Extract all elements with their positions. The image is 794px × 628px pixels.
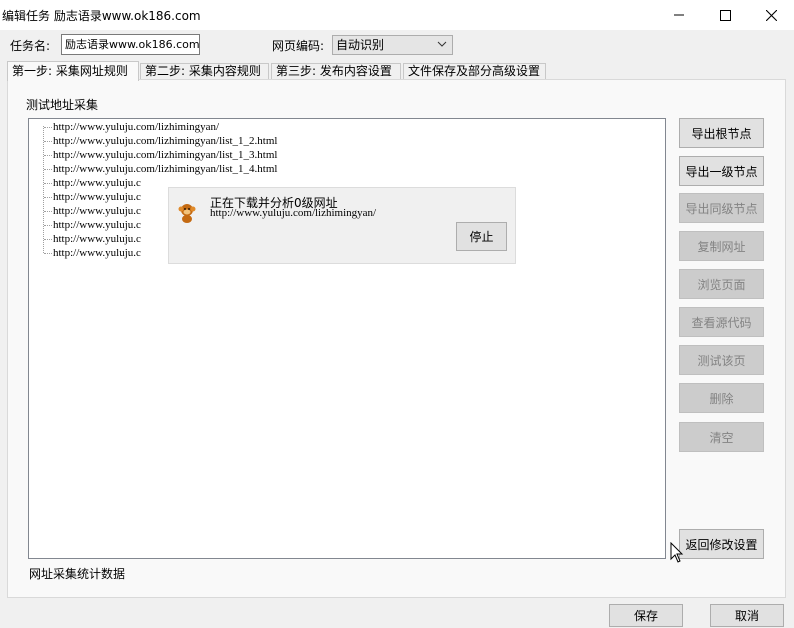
copy-url-button[interactable]: 复制网址 [679,231,764,261]
stats-label: 网址采集统计数据 [29,567,126,581]
clear-button[interactable]: 清空 [679,422,764,452]
tree-item[interactable]: http://www.yuluju.c [53,246,141,260]
stop-button[interactable]: 停止 [456,222,507,251]
encoding-value: 自动识别 [336,38,385,52]
tree-item[interactable]: http://www.yuluju.com/lizhimingyan/list_… [53,162,277,176]
tree-item[interactable]: http://www.yuluju.c [53,232,141,246]
return-settings-button[interactable]: 返回修改设置 [679,529,764,559]
tab-step2[interactable]: 第二步: 采集内容规则 [140,63,269,80]
test-page-button[interactable]: 测试该页 [679,345,764,375]
tab-step1[interactable]: 第一步: 采集网址规则 [7,61,139,81]
progress-url: http://www.yuluju.com/lizhimingyan/ [210,207,377,219]
task-name-label: 任务名: [10,39,51,53]
export-level1-button[interactable]: 导出一级节点 [679,156,764,186]
chevron-down-icon [437,41,447,47]
tree-branch [44,169,52,170]
maximize-icon[interactable] [702,0,748,30]
tree-item[interactable]: http://www.yuluju.c [53,176,141,190]
save-button[interactable]: 保存 [609,604,683,627]
window-title: 编辑任务 励志语录www.ok186.com [2,9,201,23]
tree-branch [44,127,52,128]
encoding-label: 网页编码: [272,39,325,53]
export-root-button[interactable]: 导出根节点 [679,118,764,148]
browse-page-button[interactable]: 浏览页面 [679,269,764,299]
tree-item[interactable]: http://www.yuluju.c [53,190,141,204]
monkey-icon [178,204,196,223]
cancel-button[interactable]: 取消 [710,604,784,627]
tree-branch [44,239,52,240]
tree-item[interactable]: http://www.yuluju.c [53,218,141,232]
tree-branch [44,141,52,142]
tree-branch [44,211,52,212]
tree-item[interactable]: http://www.yuluju.c [53,204,141,218]
export-sibling-button[interactable]: 导出同级节点 [679,193,764,223]
progress-dialog: 正在下载并分析0级网址 http://www.yuluju.com/lizhim… [168,187,516,264]
section-title: 测试地址采集 [26,98,99,112]
tree-branch [44,197,52,198]
tree-branch [44,155,52,156]
view-source-button[interactable]: 查看源代码 [679,307,764,337]
tree-item[interactable]: http://www.yuluju.com/lizhimingyan/list_… [53,134,277,148]
tab-file-save[interactable]: 文件保存及部分高级设置 [403,63,546,80]
delete-button[interactable]: 删除 [679,383,764,413]
mouse-cursor-icon [670,542,684,563]
tree-item[interactable]: http://www.yuluju.com/lizhimingyan/list_… [53,148,277,162]
task-name-input[interactable]: 励志语录www.ok186.com [61,34,200,55]
minimize-icon[interactable] [656,0,702,30]
tree-branch [44,183,52,184]
tree-item[interactable]: http://www.yuluju.com/lizhimingyan/ [53,120,219,134]
tree-branch [44,253,52,254]
tree-branch [44,225,52,226]
title-bar: 编辑任务 励志语录www.ok186.com [0,0,794,30]
close-icon[interactable] [748,0,794,30]
encoding-select[interactable]: 自动识别 [332,35,453,55]
url-tree[interactable]: http://www.yuluju.com/lizhimingyan/ http… [28,118,666,559]
tab-step3[interactable]: 第三步: 发布内容设置 [271,63,401,80]
